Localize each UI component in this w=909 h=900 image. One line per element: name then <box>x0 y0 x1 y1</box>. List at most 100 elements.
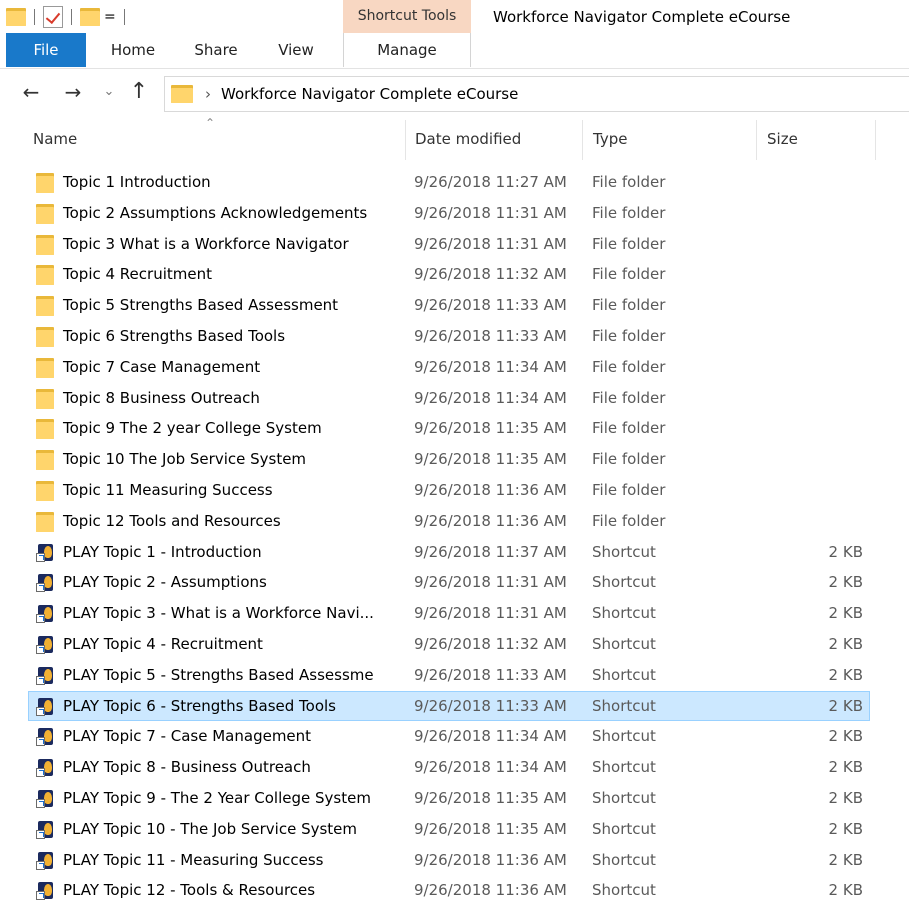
list-item[interactable]: Topic 10 The Job Service System 9/26/2018… <box>28 444 870 474</box>
shortcut-icon <box>36 851 54 871</box>
forward-arrow-icon[interactable]: → <box>60 80 86 104</box>
list-item[interactable]: Topic 4 Recruitment 9/26/2018 11:32 AM Fil… <box>28 259 870 289</box>
file-type: Shortcut <box>592 850 656 869</box>
file-date-modified: 9/26/2018 11:33 AM <box>414 696 567 715</box>
properties-check-icon[interactable] <box>43 6 63 28</box>
shortcut-icon <box>36 635 54 655</box>
qat-customize-dropdown[interactable]: = <box>104 9 116 25</box>
shortcut-icon <box>36 543 54 563</box>
tab-file[interactable]: File <box>6 33 86 67</box>
file-type: File folder <box>592 234 666 253</box>
file-name: PLAY Topic 11 - Measuring Success <box>63 850 324 869</box>
list-item[interactable]: Topic 3 What is a Workforce Navigator 9/2… <box>28 229 870 259</box>
list-item[interactable]: PLAY Topic 5 - Strengths Based Assessme 9… <box>28 660 870 690</box>
file-size: 2 KB <box>828 850 863 869</box>
breadcrumb-chevron-icon[interactable]: › <box>205 85 211 103</box>
list-item[interactable]: Topic 1 Introduction 9/26/2018 11:27 AM Fi… <box>28 167 870 197</box>
tab-home[interactable]: Home <box>98 33 168 67</box>
list-item[interactable]: PLAY Topic 7 - Case Management 9/26/2018 … <box>28 721 870 751</box>
list-item[interactable]: PLAY Topic 10 - The Job Service System 9/… <box>28 814 870 844</box>
file-size: 2 KB <box>828 758 863 777</box>
file-type: File folder <box>592 511 666 530</box>
list-item[interactable]: PLAY Topic 1 - Introduction 9/26/2018 11:… <box>28 537 870 567</box>
toolbar-separator <box>123 9 125 25</box>
tab-manage[interactable]: Manage <box>343 33 471 67</box>
file-name: Topic 6 Strengths Based Tools <box>63 327 286 345</box>
tab-view[interactable]: View <box>264 33 328 67</box>
column-header-type[interactable]: Type <box>593 130 627 148</box>
list-item[interactable]: Topic 7 Case Management 9/26/2018 11:34 A… <box>28 352 870 382</box>
list-item[interactable]: PLAY Topic 11 - Measuring Success 9/26/20… <box>28 845 870 875</box>
list-item[interactable]: Topic 9 The 2 year College System 9/26/20… <box>28 413 870 443</box>
column-divider[interactable] <box>875 120 876 160</box>
column-header-name[interactable]: Name <box>33 130 77 148</box>
column-header-date-modified[interactable]: Date modified <box>415 130 521 148</box>
file-date-modified: 9/26/2018 11:36 AM <box>414 481 567 499</box>
address-bar[interactable]: › Workforce Navigator Complete eCourse <box>164 76 909 112</box>
file-date-modified: 9/26/2018 11:27 AM <box>414 173 567 191</box>
file-date-modified: 9/26/2018 11:32 AM <box>414 265 567 284</box>
file-name: PLAY Topic 9 - The 2 Year College System <box>63 789 371 807</box>
file-date-modified: 9/26/2018 11:37 AM <box>414 542 567 561</box>
file-type: Shortcut <box>592 665 656 684</box>
file-date-modified: 9/26/2018 11:31 AM <box>414 203 567 222</box>
list-item[interactable]: PLAY Topic 2 - Assumptions 9/26/2018 11:3… <box>28 567 870 597</box>
file-type: Shortcut <box>592 604 656 623</box>
column-divider[interactable] <box>405 120 406 160</box>
shortcut-icon <box>36 604 54 624</box>
folder-icon <box>36 265 54 286</box>
file-name: PLAY Topic 5 - Strengths Based Assessme <box>63 665 374 684</box>
file-name: Topic 3 What is a Workforce Navigator <box>63 234 349 253</box>
list-item[interactable]: Topic 12 Tools and Resources 9/26/2018 11… <box>28 506 870 536</box>
file-date-modified: 9/26/2018 11:36 AM <box>414 850 567 869</box>
file-date-modified: 9/26/2018 11:33 AM <box>414 327 567 345</box>
new-folder-icon[interactable] <box>80 8 100 26</box>
shortcut-icon <box>36 758 54 778</box>
tab-share[interactable]: Share <box>180 33 252 67</box>
list-item[interactable]: PLAY Topic 12 - Tools & Resources 9/26/20… <box>28 875 870 900</box>
file-date-modified: 9/26/2018 11:34 AM <box>414 758 567 777</box>
file-date-modified: 9/26/2018 11:35 AM <box>414 789 567 807</box>
list-item[interactable]: Topic 2 Assumptions Acknowledgements 9/26… <box>28 198 870 228</box>
column-divider[interactable] <box>756 120 757 160</box>
folder-icon[interactable] <box>6 8 26 26</box>
folder-icon <box>36 511 54 532</box>
list-item[interactable]: Topic 6 Strengths Based Tools 9/26/2018 1… <box>28 321 870 351</box>
recent-locations-chevron-icon[interactable]: ⌄ <box>100 80 118 104</box>
file-size: 2 KB <box>828 727 863 746</box>
file-name: PLAY Topic 6 - Strengths Based Tools <box>63 696 336 715</box>
list-item-selected[interactable]: PLAY Topic 6 - Strengths Based Tools 9/26… <box>28 690 870 721</box>
list-item[interactable]: PLAY Topic 8 - Business Outreach 9/26/201… <box>28 752 870 782</box>
file-type: Shortcut <box>592 881 656 900</box>
list-item[interactable]: Topic 5 Strengths Based Assessment 9/26/2… <box>28 290 870 320</box>
file-name: PLAY Topic 2 - Assumptions <box>63 573 267 592</box>
file-date-modified: 9/26/2018 11:36 AM <box>414 881 567 900</box>
file-name: Topic 7 Case Management <box>63 357 261 376</box>
list-item[interactable]: Topic 8 Business Outreach 9/26/2018 11:34… <box>28 383 870 413</box>
file-size: 2 KB <box>828 881 863 900</box>
list-item[interactable]: PLAY Topic 3 - What is a Workforce Navi.… <box>28 598 870 628</box>
file-name: Topic 2 Assumptions Acknowledgements <box>63 203 368 222</box>
file-name: PLAY Topic 3 - What is a Workforce Navi.… <box>63 604 374 623</box>
file-type: Shortcut <box>592 573 656 592</box>
column-header-size[interactable]: Size <box>767 130 798 148</box>
shortcut-icon <box>36 881 54 900</box>
file-name: Topic 9 The 2 year College System <box>63 419 322 438</box>
list-item[interactable]: PLAY Topic 4 - Recruitment 9/26/2018 11:3… <box>28 629 870 659</box>
file-type: File folder <box>592 203 666 222</box>
column-divider[interactable] <box>582 120 583 160</box>
navigation-bar: ← → ⌄ ↑ › Workforce Navigator Complete e… <box>0 72 909 114</box>
file-name: Topic 10 The Job Service System <box>63 450 307 469</box>
title-bar: = Shortcut Tools Workforce Navigator Com… <box>0 0 909 33</box>
up-arrow-icon[interactable]: ↑ <box>126 80 152 104</box>
file-type: Shortcut <box>592 819 656 838</box>
toolbar-separator <box>71 9 72 25</box>
file-name: PLAY Topic 1 - Introduction <box>63 542 262 561</box>
list-item[interactable]: PLAY Topic 9 - The 2 Year College System… <box>28 783 870 813</box>
shortcut-icon <box>36 789 54 809</box>
file-size: 2 KB <box>828 635 863 653</box>
list-item[interactable]: Topic 11 Measuring Success 9/26/2018 11:3… <box>28 475 870 505</box>
shortcut-icon <box>36 666 54 686</box>
breadcrumb-current-folder[interactable]: Workforce Navigator Complete eCourse <box>221 85 518 103</box>
back-arrow-icon[interactable]: ← <box>18 80 44 104</box>
